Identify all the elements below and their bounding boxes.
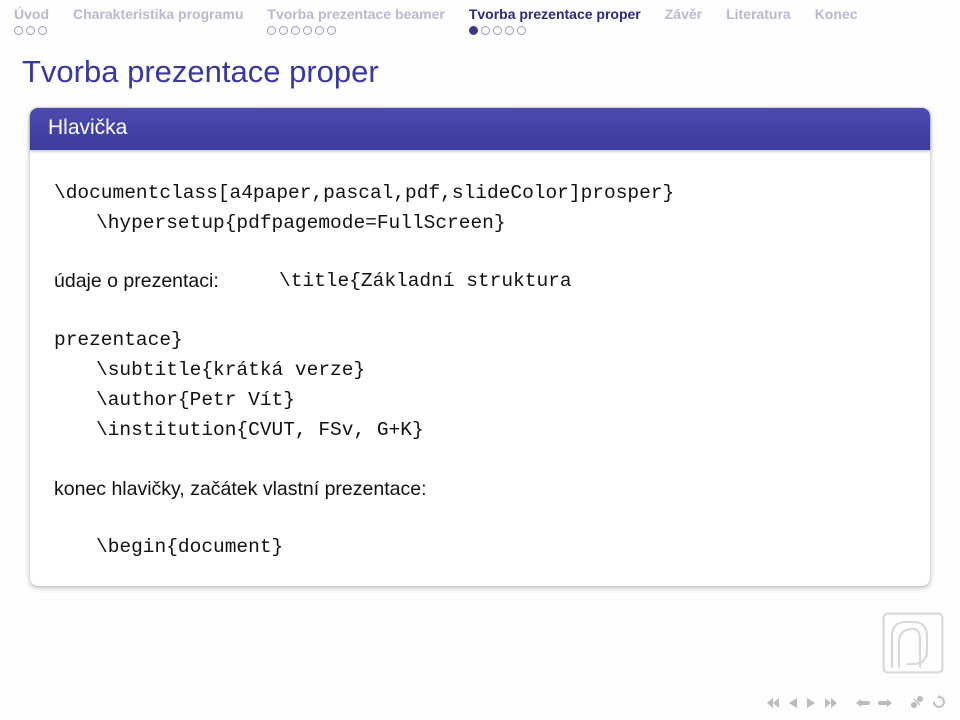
nav-search-icon[interactable] (910, 695, 924, 712)
row-value: \title{Základní struktura (279, 266, 572, 296)
nav-header: Úvod Charakteristika programu Tvorba pre… (0, 0, 960, 48)
nav-label: Úvod (14, 6, 49, 22)
nav-footer (766, 695, 946, 712)
block-body: \documentclass[a4paper,pascal,pdf,slideC… (30, 150, 930, 586)
block-title: Hlavička (30, 108, 930, 150)
nav-item-zaver[interactable]: Závěr (665, 6, 702, 22)
code-line: prezentace} (54, 325, 906, 355)
nav-item-charakteristika[interactable]: Charakteristika programu (73, 6, 243, 22)
nav-first-icon[interactable] (766, 696, 780, 712)
nav-prev-icon[interactable] (788, 696, 798, 712)
text-line: konec hlavičky, začátek vlastní prezenta… (54, 474, 906, 504)
nav-item-literatura[interactable]: Literatura (726, 6, 791, 22)
frame-title: Tvorba prezentace proper (0, 48, 960, 108)
nav-back-icon[interactable] (852, 696, 870, 712)
progress-dots (14, 26, 47, 35)
code-line: \author{Petr Vít} (54, 385, 906, 415)
code-line: \begin{document} (54, 532, 906, 562)
code-line: \institution{CVUT, FSv, G+K} (54, 415, 906, 445)
nav-label: Charakteristika programu (73, 6, 243, 22)
nav-item-proper[interactable]: Tvorba prezentace proper (469, 6, 641, 35)
row-label: údaje o prezentaci: (54, 266, 279, 296)
progress-dots (267, 26, 336, 35)
nav-next-icon[interactable] (806, 696, 816, 712)
nav-label: Konec (815, 6, 858, 22)
block-hlavicka: Hlavička \documentclass[a4paper,pascal,p… (30, 108, 930, 586)
nav-item-konec[interactable]: Konec (815, 6, 858, 22)
nav-item-uvod[interactable]: Úvod (14, 6, 49, 35)
nav-label: Literatura (726, 6, 791, 22)
institution-logo (878, 608, 948, 678)
code-line: \hypersetup{pdfpagemode=FullScreen} (54, 208, 906, 238)
nav-label: Závěr (665, 6, 702, 22)
code-line: \subtitle{krátká verze} (54, 355, 906, 385)
nav-label: Tvorba prezentace beamer (267, 6, 444, 22)
nav-item-beamer[interactable]: Tvorba prezentace beamer (267, 6, 444, 35)
progress-dots (469, 26, 526, 35)
nav-label: Tvorba prezentace proper (469, 6, 641, 22)
code-line: \documentclass[a4paper,pascal,pdf,slideC… (54, 178, 906, 208)
row-udaje: údaje o prezentaci: \title{Základní stru… (54, 266, 906, 296)
nav-refresh-icon[interactable] (932, 695, 946, 712)
nav-forward-icon[interactable] (878, 696, 896, 712)
nav-last-icon[interactable] (824, 696, 838, 712)
